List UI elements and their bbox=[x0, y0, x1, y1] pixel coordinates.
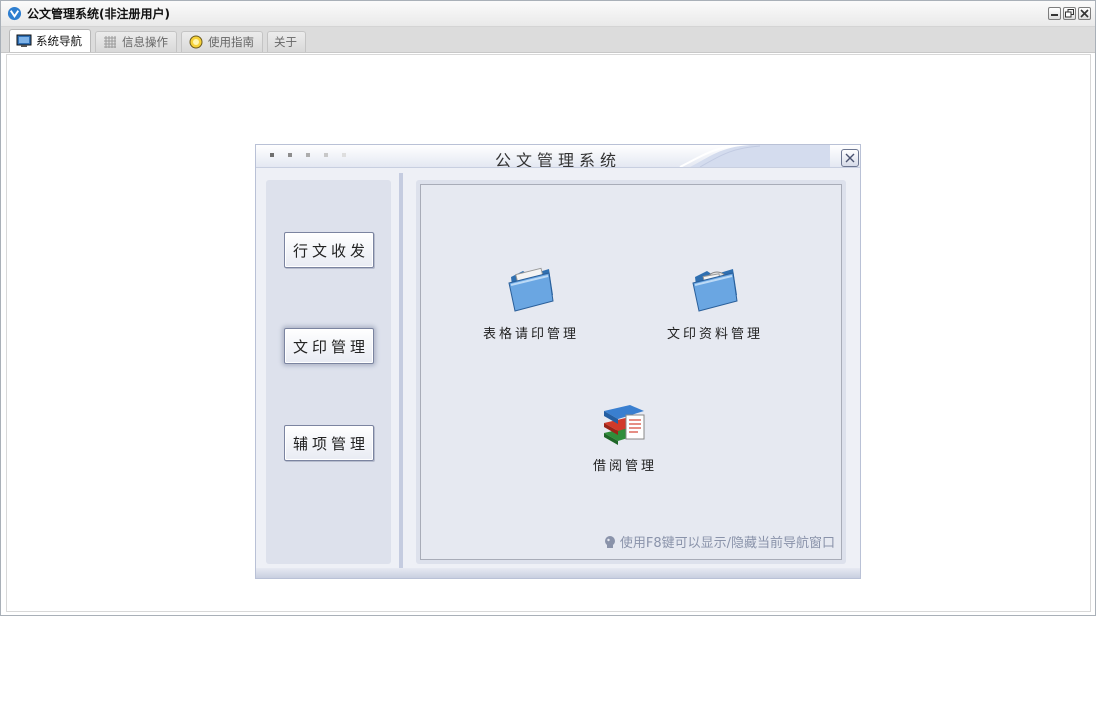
tab-label: 信息操作 bbox=[122, 35, 168, 49]
close-icon bbox=[845, 153, 855, 163]
panel-close-button[interactable] bbox=[841, 149, 859, 167]
monitor-icon bbox=[16, 34, 32, 47]
side-menu: 行文收发 文印管理 辅项管理 bbox=[266, 180, 391, 564]
module-area: 表格请印管理 文印资料管理 借阅管理 使用F8键可以显示/隐藏当前导航窗口 bbox=[416, 180, 846, 564]
module-label: 表格请印管理 bbox=[483, 327, 580, 342]
tab-label: 使用指南 bbox=[208, 35, 254, 49]
title-bar[interactable]: 公文管理系统(非注册用户) bbox=[1, 1, 1095, 27]
folder-icon bbox=[508, 267, 554, 312]
close-icon bbox=[1080, 9, 1089, 18]
panel-title: 公文管理系统 bbox=[494, 151, 621, 168]
tab-info-ops[interactable]: 信息操作 bbox=[95, 31, 177, 52]
hint-text: 使用F8键可以显示/隐藏当前导航窗口 bbox=[619, 536, 835, 551]
books-icon bbox=[604, 405, 645, 445]
module-print-materials[interactable]: 文印资料管理 bbox=[667, 265, 763, 342]
window-controls bbox=[1048, 7, 1091, 20]
close-button[interactable] bbox=[1078, 7, 1091, 20]
module-form-print-request[interactable]: 表格请印管理 bbox=[483, 265, 579, 342]
panel-divider bbox=[399, 173, 403, 573]
panel-header: 公文管理系统 bbox=[256, 145, 860, 168]
module-borrowing[interactable]: 借阅管理 bbox=[593, 397, 657, 474]
panel-bottom-strip bbox=[256, 568, 860, 578]
tab-about[interactable]: 关于 bbox=[267, 31, 306, 52]
grid-icon bbox=[104, 36, 116, 48]
minimize-icon bbox=[1051, 14, 1058, 16]
side-button-auxiliary-management[interactable]: 辅项管理 bbox=[284, 425, 374, 461]
tab-label: 关于 bbox=[274, 35, 297, 49]
restore-icon bbox=[1065, 9, 1074, 18]
tab-label: 系统导航 bbox=[36, 34, 82, 48]
f8-hint: 使用F8键可以显示/隐藏当前导航窗口 bbox=[603, 532, 835, 551]
module-area-inner: 表格请印管理 文印资料管理 借阅管理 使用F8键可以显示/隐藏当前导航窗口 bbox=[420, 184, 842, 560]
folder-cd-icon bbox=[692, 269, 738, 312]
window-title: 公文管理系统(非注册用户) bbox=[27, 7, 170, 21]
minimize-button[interactable] bbox=[1048, 7, 1061, 20]
restore-button[interactable] bbox=[1063, 7, 1076, 20]
side-button-document-send-receive[interactable]: 行文收发 bbox=[284, 232, 374, 268]
navigation-panel: 公文管理系统 行文收发 文印管理 辅项管理 表格请印管理 文印资料管理 借阅管理… bbox=[255, 144, 861, 579]
tab-system-nav[interactable]: 系统导航 bbox=[9, 29, 91, 52]
tab-bar: 系统导航 信息操作 使用指南 关于 bbox=[1, 27, 1095, 53]
bulb-icon bbox=[189, 35, 203, 49]
module-label: 文印资料管理 bbox=[667, 327, 764, 342]
hint-icon bbox=[604, 535, 615, 548]
app-logo-icon bbox=[7, 6, 22, 21]
side-button-print-management[interactable]: 文印管理 bbox=[284, 328, 374, 364]
tab-user-guide[interactable]: 使用指南 bbox=[181, 31, 263, 52]
module-label: 借阅管理 bbox=[593, 459, 658, 474]
